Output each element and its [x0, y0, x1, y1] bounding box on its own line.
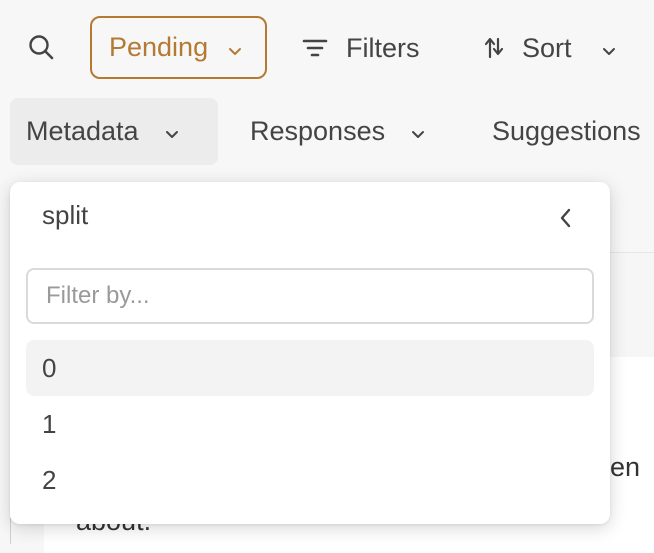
- record-text-fragment: en: [610, 452, 641, 482]
- dropdown-option[interactable]: 0: [26, 340, 594, 396]
- tab-suggestions[interactable]: Suggestions: [492, 98, 641, 165]
- chevron-down-icon: [165, 116, 179, 147]
- status-filter-label: Pending: [109, 32, 209, 62]
- back-button[interactable]: [556, 206, 576, 230]
- sort-label: Sort: [522, 32, 572, 63]
- status-filter-button[interactable]: Pending: [90, 16, 267, 79]
- option-label: 0: [42, 352, 57, 383]
- filters-button[interactable]: Filters: [302, 22, 420, 74]
- tab-metadata[interactable]: Metadata: [10, 98, 218, 165]
- chevron-down-icon: [602, 33, 616, 64]
- tab-responses-label: Responses: [250, 116, 386, 146]
- chevron-left-icon: [556, 208, 576, 234]
- divider: [10, 518, 11, 544]
- option-label: 1: [42, 408, 57, 439]
- tab-metadata-label: Metadata: [26, 116, 139, 146]
- tab-responses[interactable]: Responses: [250, 98, 425, 165]
- metadata-dropdown: split 0 1 2: [10, 182, 610, 524]
- sort-icon: [484, 36, 504, 60]
- option-label: 2: [42, 464, 57, 495]
- chevron-down-icon: [411, 116, 425, 147]
- dropdown-option[interactable]: 1: [26, 396, 594, 452]
- filter-icon: [302, 37, 328, 59]
- sort-button[interactable]: Sort: [484, 22, 616, 74]
- dropdown-option[interactable]: 2: [26, 452, 594, 508]
- tab-suggestions-label: Suggestions: [492, 116, 641, 146]
- filters-label: Filters: [346, 32, 420, 63]
- search-icon: [26, 35, 58, 68]
- filter-input[interactable]: [26, 268, 594, 324]
- chevron-down-icon: [228, 33, 242, 64]
- search-button[interactable]: [26, 32, 58, 64]
- dropdown-title: split: [42, 200, 89, 230]
